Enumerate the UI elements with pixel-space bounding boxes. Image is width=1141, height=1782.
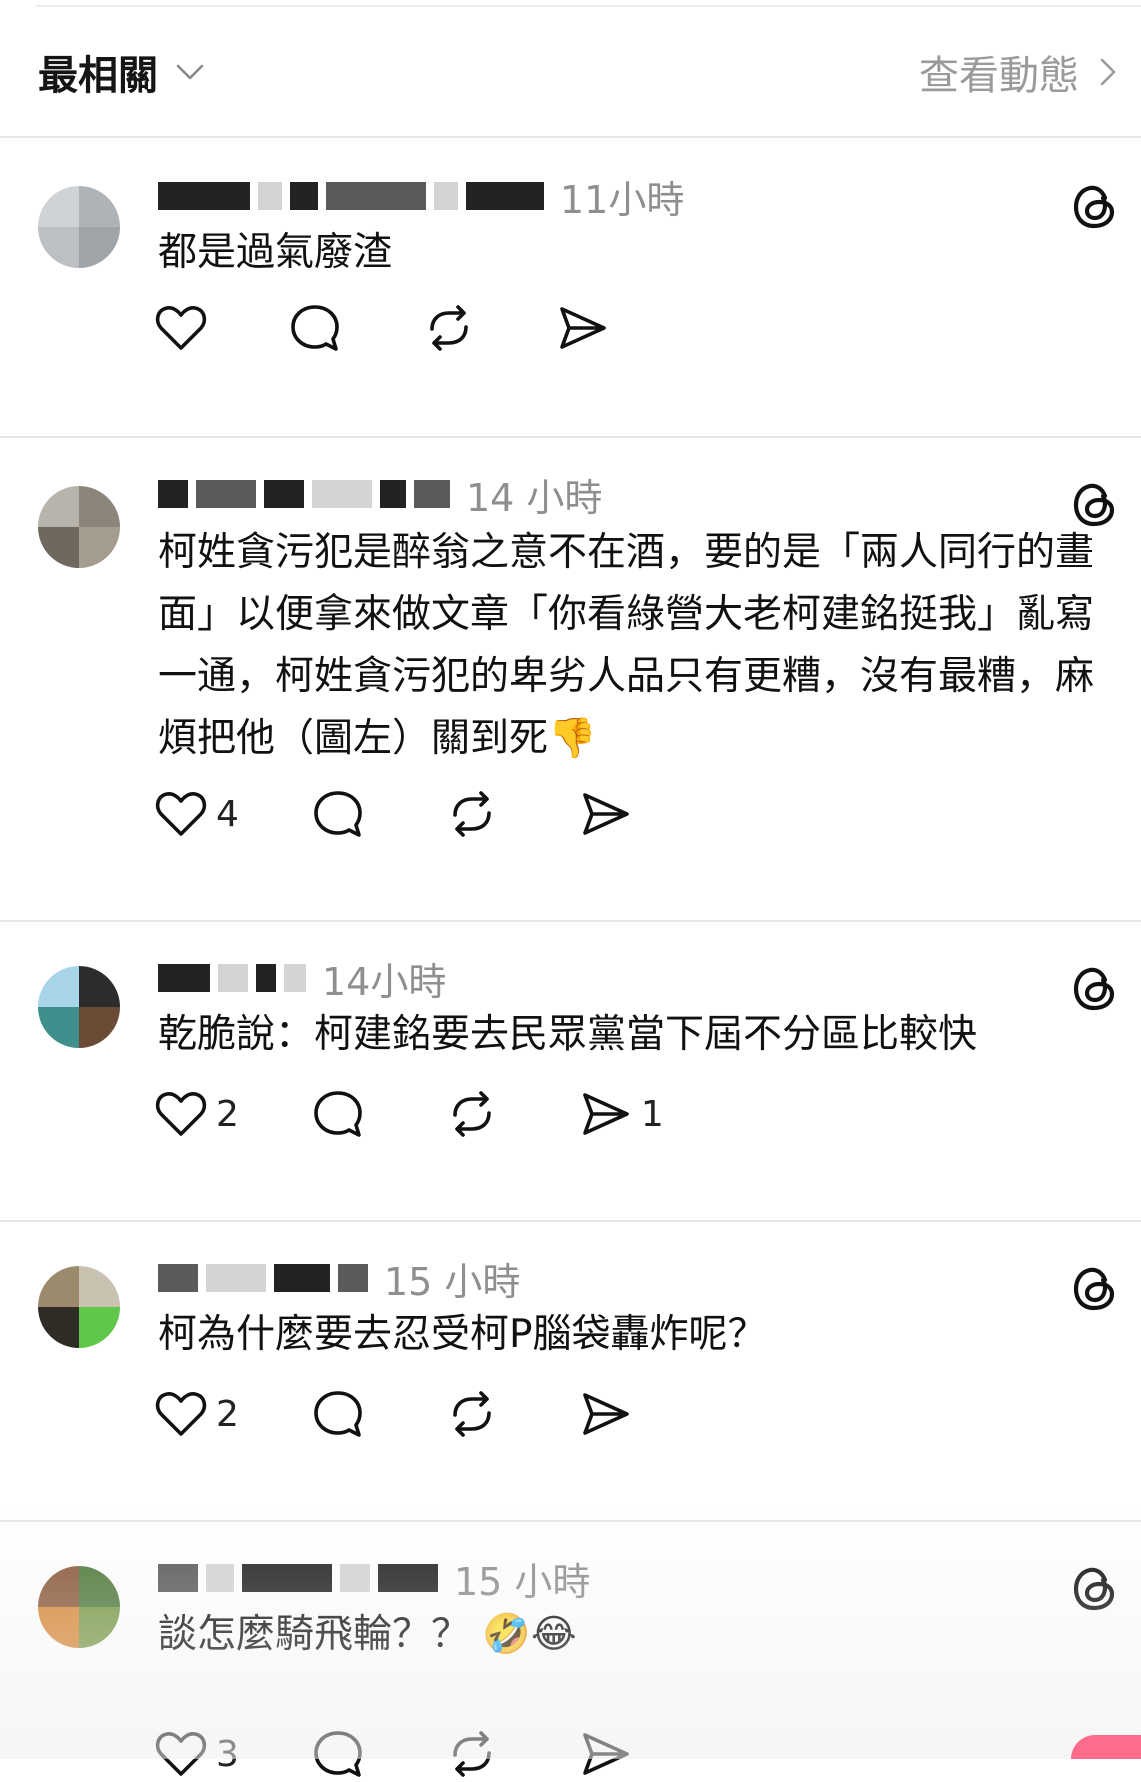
avatar[interactable] xyxy=(38,186,120,268)
like-button[interactable]: 2 xyxy=(154,1089,239,1139)
comment-item: 14小時 乾脆說：柯建銘要去民眾黨當下屆不分區比較快 2 1 xyxy=(0,922,1141,1222)
timestamp: 15 小時 xyxy=(454,1559,591,1604)
share-button[interactable] xyxy=(579,789,641,839)
send-icon xyxy=(583,1393,629,1435)
timestamp: 11小時 xyxy=(560,177,685,222)
heart-icon xyxy=(155,1392,207,1436)
like-button[interactable]: 3 xyxy=(154,1729,239,1779)
repost-icon xyxy=(453,1731,491,1777)
share-button[interactable] xyxy=(579,1729,641,1779)
view-activity-link[interactable]: 查看動態 xyxy=(919,43,1117,101)
comment-item: 14 小時 柯姓貪污犯是醉翁之意不在酒，要的是「兩人同行的畫面」以便拿來做文章「… xyxy=(0,438,1141,922)
repost-icon xyxy=(453,791,491,837)
timestamp: 14小時 xyxy=(322,959,447,1004)
action-bar: 3 xyxy=(154,1726,713,1782)
username-redacted[interactable] xyxy=(158,1561,438,1595)
share-button[interactable] xyxy=(556,303,618,353)
comment-item: 15 小時 柯為什麼要去忍受柯P腦袋轟炸呢？ 2 xyxy=(0,1222,1141,1522)
comment-text: 乾脆說：柯建銘要去民眾黨當下屆不分區比較快 xyxy=(158,1012,978,1057)
send-icon xyxy=(583,1093,629,1135)
avatar[interactable] xyxy=(38,1266,120,1348)
timestamp: 14 小時 xyxy=(466,475,603,520)
repost-button[interactable] xyxy=(445,1389,507,1439)
author-line: 14 小時 xyxy=(158,468,602,520)
sort-dropdown[interactable]: 最相關 xyxy=(38,43,204,101)
floating-button-edge[interactable] xyxy=(1071,1735,1141,1759)
heart-icon xyxy=(155,1092,207,1136)
speech-bubble-icon xyxy=(291,305,339,351)
reply-button[interactable] xyxy=(311,1389,373,1439)
username-redacted[interactable] xyxy=(158,1261,368,1295)
repost-button[interactable] xyxy=(422,303,484,353)
repost-icon xyxy=(453,1391,491,1437)
avatar[interactable] xyxy=(38,1566,120,1648)
avatar[interactable] xyxy=(38,966,120,1048)
comment-text: 都是過氣廢渣 xyxy=(158,230,393,275)
action-bar: 4 xyxy=(154,786,713,842)
comment-text: 談怎麼騎飛輪？？ 🤣😂 xyxy=(158,1612,577,1657)
like-count: 2 xyxy=(216,1093,239,1135)
action-bar xyxy=(154,300,690,356)
share-count: 1 xyxy=(640,1093,664,1135)
like-button[interactable] xyxy=(154,303,216,353)
author-line: 14小時 xyxy=(158,952,446,1004)
heart-icon xyxy=(155,1732,207,1776)
reply-button[interactable] xyxy=(311,789,373,839)
repost-button[interactable] xyxy=(445,1729,507,1779)
author-line: 15 小時 xyxy=(158,1552,590,1604)
avatar[interactable] xyxy=(38,486,120,568)
send-icon xyxy=(583,1733,629,1775)
heart-icon xyxy=(155,306,207,350)
like-count: 2 xyxy=(216,1393,239,1435)
speech-bubble-icon xyxy=(314,1731,362,1777)
share-button[interactable]: 1 xyxy=(579,1089,664,1139)
like-count: 3 xyxy=(216,1733,239,1775)
repost-icon xyxy=(453,1091,491,1137)
action-bar: 2 xyxy=(154,1386,713,1442)
repost-button[interactable] xyxy=(445,789,507,839)
reply-button[interactable] xyxy=(311,1729,373,1779)
like-button[interactable]: 2 xyxy=(154,1389,239,1439)
share-button[interactable] xyxy=(579,1389,641,1439)
heart-icon xyxy=(155,792,207,836)
timestamp: 15 小時 xyxy=(384,1259,521,1304)
comment-item: 15 小時 談怎麼騎飛輪？？ 🤣😂 3 xyxy=(0,1522,1141,1777)
username-redacted[interactable] xyxy=(158,179,544,213)
sort-bar: 最相關 查看動態 xyxy=(0,8,1141,138)
reply-button[interactable] xyxy=(311,1089,373,1139)
chevron-down-icon xyxy=(176,64,204,80)
reply-button[interactable] xyxy=(288,303,350,353)
speech-bubble-icon xyxy=(314,791,362,837)
chevron-right-icon xyxy=(1100,58,1116,86)
author-line: 11小時 xyxy=(158,170,684,222)
send-icon xyxy=(560,307,606,349)
username-redacted[interactable] xyxy=(158,961,306,995)
like-button[interactable]: 4 xyxy=(154,789,239,839)
like-count: 4 xyxy=(216,793,239,835)
speech-bubble-icon xyxy=(314,1091,362,1137)
comment-text: 柯姓貪污犯是醉翁之意不在酒，要的是「兩人同行的畫面」以便拿來做文章「你看綠營大老… xyxy=(158,530,1095,761)
send-icon xyxy=(583,793,629,835)
repost-icon xyxy=(430,305,468,351)
view-activity-label: 查看動態 xyxy=(919,53,1079,99)
comment-text: 柯為什麼要去忍受柯P腦袋轟炸呢？ xyxy=(158,1312,767,1357)
repost-button[interactable] xyxy=(445,1089,507,1139)
username-redacted[interactable] xyxy=(158,477,450,511)
top-divider xyxy=(36,5,1141,7)
speech-bubble-icon xyxy=(314,1391,362,1437)
action-bar: 2 1 xyxy=(154,1086,736,1142)
comment-item: 11小時 都是過氣廢渣 xyxy=(0,140,1141,438)
sort-label: 最相關 xyxy=(38,53,158,99)
author-line: 15 小時 xyxy=(158,1252,520,1304)
